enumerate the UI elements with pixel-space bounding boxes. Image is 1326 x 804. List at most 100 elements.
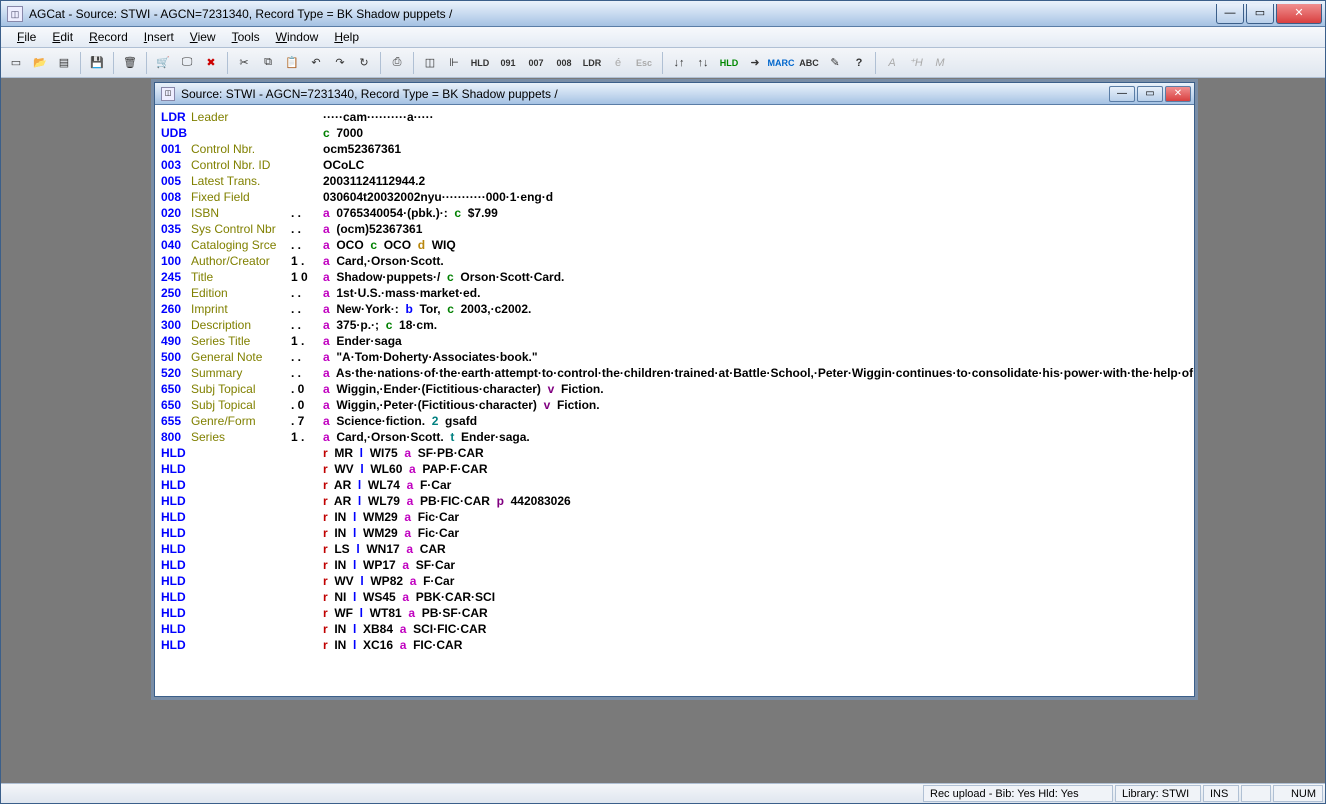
- copy-icon[interactable]: ⧉: [257, 52, 279, 74]
- marc-data[interactable]: a Ender·saga: [323, 333, 1188, 349]
- menu-window[interactable]: Window: [268, 28, 327, 46]
- record-line-008[interactable]: 008Fixed Field030604t20032002nyu········…: [161, 189, 1188, 205]
- undo-icon[interactable]: ↶: [305, 52, 327, 74]
- mdi-minimize-button[interactable]: —: [1109, 86, 1135, 102]
- menu-view[interactable]: View: [182, 28, 224, 46]
- menu-record[interactable]: Record: [81, 28, 136, 46]
- record-line-HLD[interactable]: HLDr MR l WI75 a SF·PB·CAR: [161, 445, 1188, 461]
- record-line-HLD[interactable]: HLDr IN l WP17 a SF·Car: [161, 557, 1188, 573]
- record-line-245[interactable]: 245Title1 0a Shadow·puppets·/ c Orson·Sc…: [161, 269, 1188, 285]
- marc-data[interactable]: r IN l WM29 a Fic·Car: [323, 525, 1188, 541]
- mdi-maximize-button[interactable]: ▭: [1137, 86, 1163, 102]
- marc-data[interactable]: r AR l WL74 a F·Car: [323, 477, 1188, 493]
- record-line-300[interactable]: 300Description. .a 375·p.·; c 18·cm.: [161, 317, 1188, 333]
- maximize-button[interactable]: ▭: [1246, 4, 1274, 24]
- record-line-LDR[interactable]: LDRLeader·····cam··········a·····: [161, 109, 1188, 125]
- record-line-HLD[interactable]: HLDr WV l WP82 a F·Car: [161, 573, 1188, 589]
- marc-data[interactable]: r WV l WP82 a F·Car: [323, 573, 1188, 589]
- menu-tools[interactable]: Tools: [224, 28, 268, 46]
- marc-data[interactable]: 20031124112944.2: [323, 173, 1188, 189]
- arrow-icon[interactable]: ➜: [744, 52, 766, 74]
- open-icon[interactable]: 📂: [29, 52, 51, 74]
- record-line-800[interactable]: 800Series1 .a Card,·Orson·Scott. t Ender…: [161, 429, 1188, 445]
- marc-data[interactable]: a 0765340054·(pbk.)·: c $7.99: [323, 205, 1188, 221]
- marc-data[interactable]: c 7000: [323, 125, 1188, 141]
- record-line-HLD[interactable]: HLDr AR l WL79 a PB·FIC·CAR p 442083026: [161, 493, 1188, 509]
- marc-data[interactable]: r IN l XB84 a SCI·FIC·CAR: [323, 621, 1188, 637]
- marc-data[interactable]: r WV l WL60 a PAP·F·CAR: [323, 461, 1188, 477]
- save-icon[interactable]: 💾: [86, 52, 108, 74]
- marc-btn[interactable]: MARC: [768, 52, 794, 74]
- o91-btn[interactable]: 091: [495, 52, 521, 74]
- print-icon[interactable]: ⎙: [386, 52, 408, 74]
- marc-data[interactable]: r NI l WS45 a PBK·CAR·SCI: [323, 589, 1188, 605]
- ruler-icon[interactable]: ⊩: [443, 52, 465, 74]
- record-line-HLD[interactable]: HLDr NI l WS45 a PBK·CAR·SCI: [161, 589, 1188, 605]
- record-line-250[interactable]: 250Edition. .a 1st·U.S.·mass·market·ed.: [161, 285, 1188, 301]
- marc-data[interactable]: r MR l WI75 a SF·PB·CAR: [323, 445, 1188, 461]
- repeat-icon[interactable]: ↻: [353, 52, 375, 74]
- cart-icon[interactable]: 🛒: [152, 52, 174, 74]
- db-icon[interactable]: ▤: [53, 52, 75, 74]
- record-line-HLD[interactable]: HLDr LS l WN17 a CAR: [161, 541, 1188, 557]
- hld2-btn[interactable]: HLD: [716, 52, 742, 74]
- monitor-icon[interactable]: 🖵: [176, 52, 198, 74]
- marc-data[interactable]: a Wiggin,·Ender·(Fictitious·character) v…: [323, 381, 1188, 397]
- record-line-035[interactable]: 035Sys Control Nbr. .a (ocm)52367361: [161, 221, 1188, 237]
- record-line-HLD[interactable]: HLDr IN l XC16 a FIC·CAR: [161, 637, 1188, 653]
- record-line-HLD[interactable]: HLDr AR l WL74 a F·Car: [161, 477, 1188, 493]
- marc-data[interactable]: ·····cam··········a·····: [323, 109, 1188, 125]
- record-line-HLD[interactable]: HLDr IN l WM29 a Fic·Car: [161, 509, 1188, 525]
- marc-data[interactable]: a Wiggin,·Peter·(Fictitious·character) v…: [323, 397, 1188, 413]
- marc-data[interactable]: a New·York·: b Tor, c 2003,·c2002.: [323, 301, 1188, 317]
- ldr-btn[interactable]: LDR: [579, 52, 605, 74]
- record-line-650[interactable]: 650Subj Topical. 0a Wiggin,·Peter·(Ficti…: [161, 397, 1188, 413]
- record-line-HLD[interactable]: HLDr IN l WM29 a Fic·Car: [161, 525, 1188, 541]
- marc-data[interactable]: r AR l WL79 a PB·FIC·CAR p 442083026: [323, 493, 1188, 509]
- oo8-btn[interactable]: 008: [551, 52, 577, 74]
- mdi-close-button[interactable]: ✕: [1165, 86, 1191, 102]
- record-line-040[interactable]: 040Cataloging Srce. .a OCO c OCO d WIQ: [161, 237, 1188, 253]
- record-line-500[interactable]: 500General Note. .a "A·Tom·Doherty·Assoc…: [161, 349, 1188, 365]
- sort-down-icon[interactable]: ↓↑: [668, 52, 690, 74]
- marc-data[interactable]: r IN l WM29 a Fic·Car: [323, 509, 1188, 525]
- record-line-001[interactable]: 001Control Nbr.ocm52367361: [161, 141, 1188, 157]
- minimize-button[interactable]: —: [1216, 4, 1244, 24]
- record-line-260[interactable]: 260Imprint. .a New·York·: b Tor, c 2003,…: [161, 301, 1188, 317]
- hld-btn[interactable]: HLD: [467, 52, 493, 74]
- record-line-490[interactable]: 490Series Title1 .a Ender·saga: [161, 333, 1188, 349]
- marc-data[interactable]: r WF l WT81 a PB·SF·CAR: [323, 605, 1188, 621]
- record-line-003[interactable]: 003Control Nbr. IDOCoLC: [161, 157, 1188, 173]
- record-line-650[interactable]: 650Subj Topical. 0a Wiggin,·Ender·(Ficti…: [161, 381, 1188, 397]
- marc-data[interactable]: a 1st·U.S.·mass·market·ed.: [323, 285, 1188, 301]
- marc-data[interactable]: r LS l WN17 a CAR: [323, 541, 1188, 557]
- marc-data[interactable]: a Card,·Orson·Scott.: [323, 253, 1188, 269]
- marc-data[interactable]: 030604t20032002nyu···········000·1·eng·d: [323, 189, 1188, 205]
- file-icon[interactable]: ▭: [5, 52, 27, 74]
- marc-data[interactable]: r IN l XC16 a FIC·CAR: [323, 637, 1188, 653]
- record-line-HLD[interactable]: HLDr WF l WT81 a PB·SF·CAR: [161, 605, 1188, 621]
- record-line-HLD[interactable]: HLDr IN l XB84 a SCI·FIC·CAR: [161, 621, 1188, 637]
- menu-edit[interactable]: Edit: [44, 28, 81, 46]
- record-line-HLD[interactable]: HLDr WV l WL60 a PAP·F·CAR: [161, 461, 1188, 477]
- cut-icon[interactable]: ✂: [233, 52, 255, 74]
- menu-file[interactable]: File: [9, 28, 44, 46]
- menu-help[interactable]: Help: [326, 28, 367, 46]
- float-icon[interactable]: ◫: [419, 52, 441, 74]
- marc-data[interactable]: a Science·fiction. 2 gsafd: [323, 413, 1188, 429]
- help-icon[interactable]: ?: [848, 52, 870, 74]
- abc-btn[interactable]: ABC: [796, 52, 822, 74]
- record-line-100[interactable]: 100Author/Creator1 .a Card,·Orson·Scott.: [161, 253, 1188, 269]
- record-line-UDB[interactable]: UDBc 7000: [161, 125, 1188, 141]
- oo7-btn[interactable]: 007: [523, 52, 549, 74]
- delete-icon[interactable]: ✖: [200, 52, 222, 74]
- marc-data[interactable]: r IN l WP17 a SF·Car: [323, 557, 1188, 573]
- wand-icon[interactable]: ✎: [824, 52, 846, 74]
- marc-data[interactable]: a 375·p.·; c 18·cm.: [323, 317, 1188, 333]
- record-line-020[interactable]: 020ISBN. .a 0765340054·(pbk.)·: c $7.99: [161, 205, 1188, 221]
- record-area[interactable]: LDRLeader·····cam··········a·····UDBc 70…: [155, 105, 1194, 696]
- marc-data[interactable]: a As·the·nations·of·the·earth·attempt·to…: [323, 365, 1194, 381]
- marc-data[interactable]: a OCO c OCO d WIQ: [323, 237, 1188, 253]
- menu-insert[interactable]: Insert: [136, 28, 182, 46]
- marc-data[interactable]: a Shadow·puppets·/ c Orson·Scott·Card.: [323, 269, 1188, 285]
